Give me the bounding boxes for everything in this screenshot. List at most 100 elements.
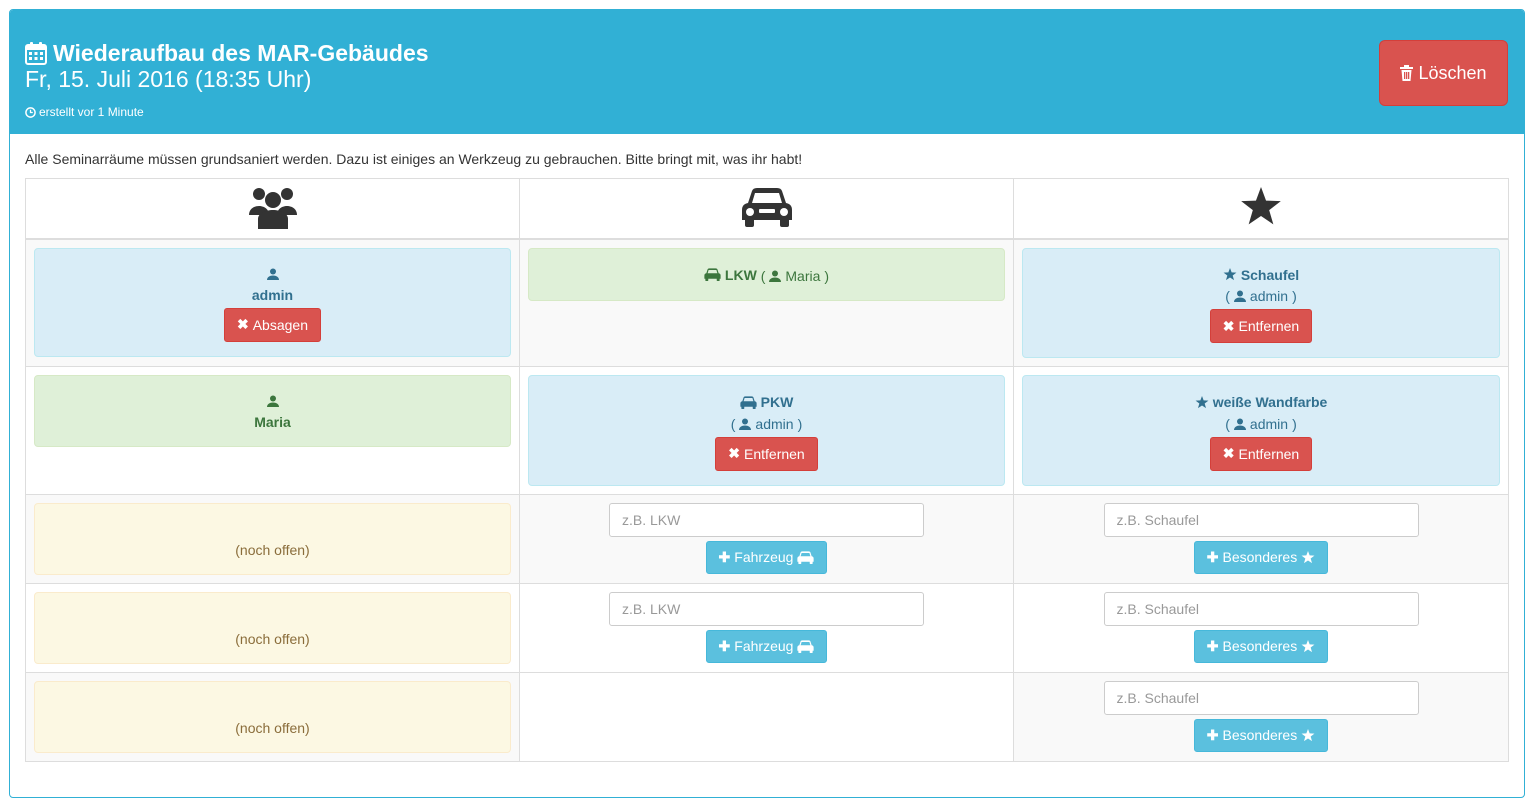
add-special-button[interactable]: ✚ Besonderes bbox=[1193, 540, 1329, 574]
car-icon bbox=[797, 639, 815, 653]
vehicle-cell: PKW ( admin) ✖ Entfernen bbox=[519, 366, 1014, 495]
user-icon bbox=[266, 268, 279, 280]
open-slot-label: (noch offen) bbox=[235, 541, 310, 558]
vehicle-owner: Maria bbox=[785, 268, 821, 284]
plus-icon: ✚ bbox=[718, 637, 731, 654]
vehicle-form-cell: ✚ Fahrzeug bbox=[519, 582, 1014, 673]
vehicle-input[interactable] bbox=[609, 502, 924, 537]
empty-cell bbox=[519, 671, 1014, 762]
table-row: admin ✖ Absagen LKW ( Maria) Schaufel (… bbox=[25, 238, 1509, 367]
special-input[interactable] bbox=[1103, 591, 1419, 626]
remove-special-button[interactable]: ✖ Entfernen bbox=[1209, 309, 1313, 343]
clock-icon bbox=[25, 106, 36, 118]
star-icon bbox=[1195, 395, 1209, 408]
special-form-cell: ✚ Besonderes bbox=[1013, 493, 1509, 584]
remove-vehicle-button[interactable]: ✖ Entfernen bbox=[715, 436, 818, 471]
special-name: Schaufel bbox=[1240, 266, 1300, 283]
plus-icon: ✚ bbox=[1206, 637, 1219, 654]
special-owner: admin bbox=[1249, 415, 1289, 432]
participants-column-header bbox=[25, 178, 520, 240]
user-icon bbox=[1233, 290, 1246, 302]
open-slot-label: (noch offen) bbox=[235, 719, 310, 736]
table-row: (noch offen) ✚ Fahrzeug ✚ Besonderes bbox=[25, 582, 1509, 673]
user-icon bbox=[739, 418, 752, 430]
delete-button[interactable]: Löschen bbox=[1379, 40, 1508, 106]
car-icon bbox=[741, 187, 792, 227]
event-title: Wiederaufbau des MAR-Gebäudes bbox=[53, 40, 429, 66]
star-icon bbox=[1301, 639, 1315, 652]
event-panel: Wiederaufbau des MAR-Gebäudes Fr, 15. Ju… bbox=[9, 9, 1525, 798]
car-icon bbox=[797, 550, 815, 564]
vehicle-input[interactable] bbox=[609, 591, 924, 626]
participant-cell: (noch offen) bbox=[25, 671, 520, 762]
star-icon bbox=[1223, 268, 1237, 281]
event-date: Fr, 15. Juli 2016 (18:35 Uhr) bbox=[25, 66, 312, 92]
event-title-row: Wiederaufbau des MAR-Gebäudes bbox=[25, 40, 429, 66]
special-input[interactable] bbox=[1103, 680, 1419, 715]
special-name: weiße Wandfarbe bbox=[1212, 394, 1328, 410]
event-header: Wiederaufbau des MAR-Gebäudes Fr, 15. Ju… bbox=[10, 10, 1524, 134]
add-vehicle-button[interactable]: ✚ Fahrzeug bbox=[705, 540, 828, 574]
users-icon bbox=[248, 187, 297, 229]
participant-cell: (noch offen) bbox=[25, 493, 520, 584]
table-row: (noch offen) ✚ Besonderes bbox=[25, 671, 1509, 762]
special-cell: weiße Wandfarbe ( admin) ✖ Entfernen bbox=[1013, 366, 1509, 495]
participant-card-admin: admin ✖ Absagen bbox=[34, 247, 511, 357]
user-icon bbox=[266, 395, 279, 407]
table-row: (noch offen) ✚ Fahrzeug ✚ Besonderes bbox=[25, 493, 1509, 584]
table-header-row bbox=[25, 178, 1509, 240]
vehicles-column-header bbox=[519, 178, 1014, 240]
specials-column-header bbox=[1013, 178, 1509, 240]
participant-name: admin bbox=[251, 286, 294, 303]
table-row: Maria PKW ( admin) ✖ Entfernen weiße Wan… bbox=[25, 366, 1509, 495]
x-icon: ✖ bbox=[236, 316, 249, 332]
special-card-wandfarbe: weiße Wandfarbe ( admin) ✖ Entfernen bbox=[1022, 375, 1500, 486]
vehicle-card-lkw: LKW ( Maria) bbox=[528, 247, 1005, 301]
vehicle-card-pkw: PKW ( admin) ✖ Entfernen bbox=[528, 375, 1005, 486]
participant-cell: admin ✖ Absagen bbox=[25, 238, 520, 367]
add-special-button[interactable]: ✚ Besonderes bbox=[1193, 629, 1329, 663]
user-icon bbox=[769, 270, 782, 282]
special-form-cell: ✚ Besonderes bbox=[1013, 582, 1509, 673]
participant-cell: Maria bbox=[25, 366, 520, 495]
plus-icon: ✚ bbox=[1206, 548, 1219, 565]
plus-icon: ✚ bbox=[718, 548, 731, 565]
special-input[interactable] bbox=[1103, 502, 1419, 537]
delete-label: Löschen bbox=[1418, 62, 1487, 83]
star-icon bbox=[1301, 550, 1315, 563]
user-icon bbox=[1233, 418, 1246, 430]
special-card-schaufel: Schaufel ( admin) ✖ Entfernen bbox=[1022, 247, 1500, 358]
event-description: Alle Seminarräume müssen grundsaniert we… bbox=[25, 151, 803, 167]
trash-icon bbox=[1400, 65, 1414, 81]
participant-cell: (noch offen) bbox=[25, 582, 520, 673]
star-icon bbox=[1241, 186, 1281, 225]
remove-special-button[interactable]: ✖ Entfernen bbox=[1209, 436, 1313, 471]
vehicle-name: LKW bbox=[724, 266, 757, 283]
x-icon: ✖ bbox=[728, 445, 740, 461]
vehicle-name: PKW bbox=[760, 394, 794, 410]
special-cell: Schaufel ( admin) ✖ Entfernen bbox=[1013, 238, 1509, 367]
open-slot-card: (noch offen) bbox=[34, 680, 511, 753]
open-slot-label: (noch offen) bbox=[235, 630, 310, 647]
special-owner: admin bbox=[1249, 288, 1289, 304]
participant-card-maria: Maria bbox=[34, 375, 511, 447]
car-icon bbox=[704, 268, 721, 281]
x-icon: ✖ bbox=[1222, 445, 1235, 461]
created-text: erstellt vor 1 Minute bbox=[39, 105, 144, 119]
x-icon: ✖ bbox=[1222, 317, 1235, 334]
open-slot-card: (noch offen) bbox=[34, 591, 511, 664]
assignment-table: admin ✖ Absagen LKW ( Maria) Schaufel (… bbox=[25, 178, 1509, 762]
vehicle-owner: admin bbox=[755, 415, 794, 432]
vehicle-cell: LKW ( Maria) bbox=[519, 238, 1014, 367]
star-icon bbox=[1301, 728, 1315, 741]
open-slot-card: (noch offen) bbox=[34, 502, 511, 575]
cancel-participation-button[interactable]: ✖ Absagen bbox=[223, 307, 321, 342]
special-form-cell: ✚ Besonderes bbox=[1013, 671, 1509, 762]
vehicle-form-cell: ✚ Fahrzeug bbox=[519, 493, 1014, 584]
created-info: erstellt vor 1 Minute bbox=[25, 105, 144, 119]
plus-icon: ✚ bbox=[1206, 726, 1219, 743]
add-vehicle-button[interactable]: ✚ Fahrzeug bbox=[705, 629, 828, 663]
add-special-button[interactable]: ✚ Besonderes bbox=[1193, 718, 1329, 752]
participant-name: Maria bbox=[254, 414, 291, 430]
calendar-icon bbox=[25, 42, 47, 65]
